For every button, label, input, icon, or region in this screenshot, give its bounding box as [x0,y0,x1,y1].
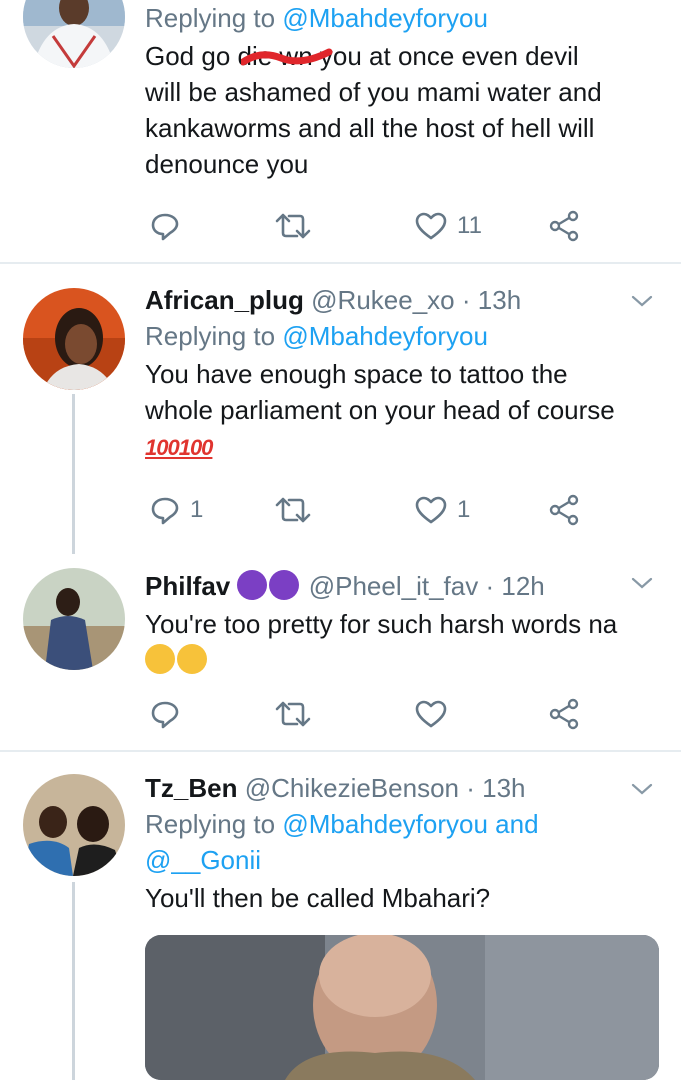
reply-button[interactable]: 1 [150,490,203,530]
chevron-down-icon[interactable] [631,572,653,594]
grinning-sweat-emoji [145,644,175,674]
avatar[interactable] [23,288,125,390]
mention-link[interactable]: @Mbahdeyforyou [282,3,488,33]
retweet-icon [275,213,311,239]
retweet-icon [275,701,311,727]
tweet-actions: 11 [145,206,585,246]
reply-button[interactable] [150,694,190,734]
timestamp[interactable]: 13h [478,285,521,315]
like-button[interactable]: 11 [415,206,482,246]
tweet-text: You're too pretty for such harsh words n… [145,606,659,678]
thread-line [72,394,75,554]
hundred-emoji: 100100 [145,435,213,460]
scribble-mark [241,48,333,66]
retweet-button[interactable] [275,206,311,246]
thread-line [72,882,75,1080]
reply-icon [151,701,179,729]
retweet-button[interactable] [275,694,311,734]
chevron-down-icon[interactable] [631,290,653,312]
display-name[interactable]: Tz_Ben [145,773,237,803]
grinning-sweat-emoji [177,644,207,674]
smiling-devil-emoji [237,570,268,600]
tweet-actions [145,694,585,734]
avatar[interactable] [23,0,125,68]
tweet-header: Philfav @Pheel_it_fav · 12h [145,570,545,601]
user-handle[interactable]: @Rukee_xo [311,285,454,315]
share-icon [549,698,579,730]
timestamp[interactable]: 13h [482,773,525,803]
replying-to: Replying to @Mbahdeyforyou and @__Gonii [145,806,659,878]
like-button[interactable] [415,694,457,734]
share-button[interactable] [549,490,581,530]
display-name[interactable]: African_plug [145,285,304,315]
avatar[interactable] [23,568,125,670]
tweet-text: You'll then be called Mbahari? [145,883,491,913]
like-button[interactable]: 1 [415,490,470,530]
mention-link[interactable]: @__Gonii [145,842,659,878]
display-name[interactable]: Philfav [145,571,230,601]
reply-button[interactable] [150,206,190,246]
tweet-actions: 1 1 [145,490,585,530]
tweet-1[interactable]: Replying to @Mbahdeyforyou God go die wn… [0,0,681,262]
reply-icon [151,213,179,241]
tweet-header: Tz_Ben @ChikezieBenson · 13h [145,773,526,803]
smiling-devil-emoji [269,570,300,600]
mention-link[interactable]: @Mbahdeyforyou [282,321,488,351]
share-icon [549,210,579,242]
tweet-2[interactable]: African_plug @Rukee_xo · 13h Replying to… [0,264,681,554]
avatar[interactable] [23,774,125,876]
share-button[interactable] [549,694,581,734]
retweet-icon [275,497,311,523]
tweet-header: African_plug @Rukee_xo · 13h [145,285,522,315]
replying-to: Replying to @Mbahdeyforyou [145,3,488,33]
tweet-media-image[interactable] [145,935,659,1080]
reply-icon [151,497,179,525]
tweet-text: God go die wn you at once even devil wil… [145,41,602,179]
chevron-down-icon[interactable] [631,778,653,800]
share-button[interactable] [549,206,581,246]
retweet-button[interactable] [275,490,311,530]
like-icon [415,212,447,240]
mention-link[interactable]: @Mbahdeyforyou and [282,809,538,839]
replying-to: Replying to @Mbahdeyforyou [145,321,488,351]
like-icon [415,496,447,524]
user-handle[interactable]: @Pheel_it_fav [309,571,479,601]
tweet-3[interactable]: Philfav @Pheel_it_fav · 12h You're too p… [0,552,681,750]
tweet-text: You have enough space to tattoo the whol… [145,356,659,466]
like-icon [415,700,447,728]
share-icon [549,494,579,526]
user-handle[interactable]: @ChikezieBenson [245,773,459,803]
timestamp[interactable]: 12h [501,571,544,601]
